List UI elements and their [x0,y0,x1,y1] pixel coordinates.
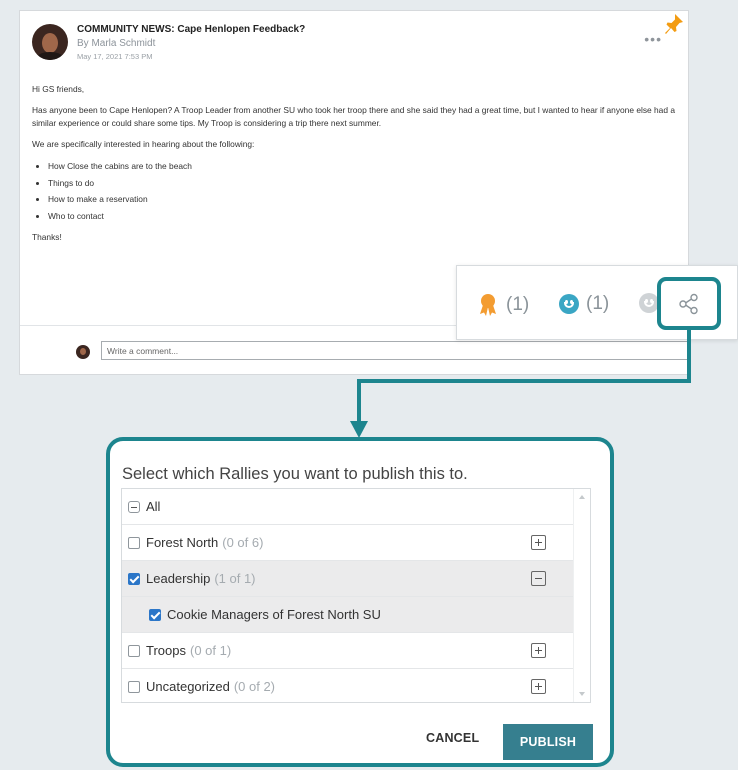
expand-icon[interactable] [531,535,546,550]
checkbox-checked[interactable] [149,608,161,621]
post-title[interactable]: COMMUNITY NEWS: Cape Henlopen Feedback? [77,24,305,35]
item-count: (0 of 6) [222,535,264,550]
post-bullet-list: How Close the cabins are to the beach Th… [48,158,677,224]
item-label: Leadership [146,571,211,586]
list-item-uncategorized[interactable]: Uncategorized (0 of 2) [122,669,574,702]
post-paragraph: Has anyone been to Cape Henlopen? A Troo… [32,104,675,129]
reaction-panel: (1) (1) [456,265,738,340]
smile-reaction[interactable]: (1) [559,293,609,315]
scroll-down-icon[interactable] [579,692,585,696]
publish-dialog: Select which Rallies you want to publish… [106,437,614,767]
more-options-button[interactable]: ••• [644,31,662,47]
pin-icon[interactable] [664,13,684,35]
list-item-forest-north[interactable]: Forest North (0 of 6) [122,525,574,561]
user-avatar [76,345,90,359]
item-label: Cookie Managers of Forest North SU [167,607,381,622]
item-count: (0 of 1) [189,643,232,658]
smile-icon [639,293,659,313]
smile-icon [559,294,579,314]
award-count: (1) [506,294,530,315]
share-button[interactable] [657,277,721,330]
item-label: All [146,499,161,514]
checkbox-checked[interactable] [128,572,140,585]
list-item-all[interactable]: All [122,489,574,525]
post-date: May 17, 2021 7:53 PM [77,52,153,61]
publish-button[interactable]: PUBLISH [503,724,593,760]
award-icon [480,294,496,316]
dialog-title: Select which Rallies you want to publish… [122,465,468,483]
share-icon [679,293,698,314]
post-signoff: Thanks! [32,232,62,242]
author-avatar[interactable] [32,24,68,60]
item-label: Uncategorized [146,679,230,694]
checkbox[interactable] [128,644,140,657]
expand-icon[interactable] [531,643,546,658]
item-count: (1 of 1) [214,571,256,586]
list-item: How Close the cabins are to the beach [48,158,677,175]
scroll-up-icon[interactable] [579,495,585,499]
list-item: Who to contact [48,208,677,225]
post-greeting: Hi GS friends, [32,84,85,94]
expand-icon[interactable] [531,679,546,694]
rally-list: All Forest North (0 of 6) Leadership (1 … [121,488,591,703]
post-author[interactable]: By Marla Schmidt [77,38,305,49]
post-paragraph: We are specifically interested in hearin… [32,138,255,149]
list-item-cookie-managers[interactable]: Cookie Managers of Forest North SU [122,597,574,633]
comment-input[interactable] [101,341,690,360]
list-item-leadership[interactable]: Leadership (1 of 1) [122,561,574,597]
list-item: Things to do [48,175,677,192]
item-count: (0 of 2) [233,679,276,694]
checkbox[interactable] [128,536,140,549]
list-item-troops[interactable]: Troops (0 of 1) [122,633,574,669]
cancel-button[interactable]: CANCEL [426,731,479,745]
smile-count: (1) [586,293,610,314]
scrollbar[interactable] [573,489,590,702]
checkbox[interactable] [128,680,140,693]
award-reaction[interactable]: (1) [477,293,529,317]
post-body: Hi GS friends, Has anyone been to Cape H… [32,83,677,252]
item-label: Troops [146,643,186,658]
collapse-icon[interactable] [531,571,546,586]
checkbox-partial[interactable] [128,500,140,513]
list-item: How to make a reservation [48,191,677,208]
add-reaction-button[interactable] [639,293,659,313]
item-label: Forest North [146,535,219,550]
